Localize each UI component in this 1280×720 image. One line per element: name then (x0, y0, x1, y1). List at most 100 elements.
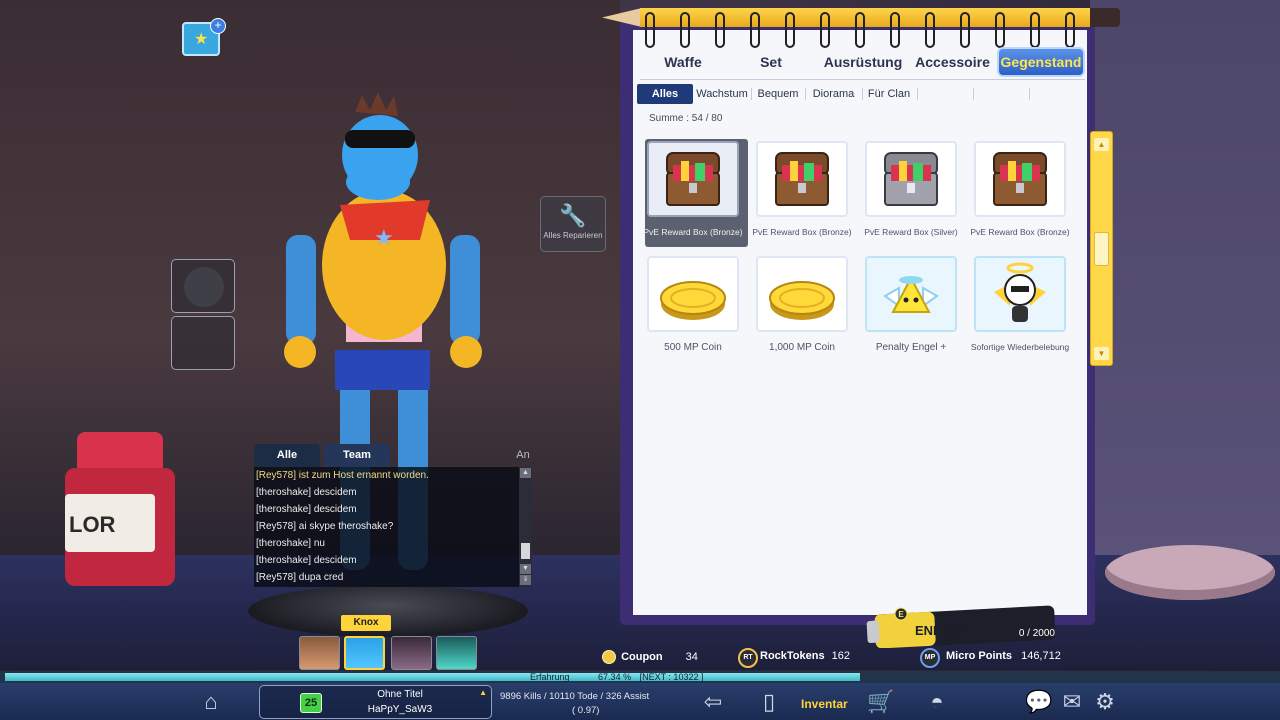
chat-tab-all[interactable]: Alle (254, 444, 320, 467)
item-name: PvE Reward Box (Bronze) (970, 227, 1070, 237)
notebook-rings (640, 12, 1085, 50)
scroll-up-icon[interactable]: ▲ (1094, 138, 1109, 151)
treasure-chest-icon (775, 152, 829, 206)
item-name: PvE Reward Box (Bronze) (752, 227, 852, 237)
chat-message: [Rey578] ist zum Host ernannt worden. (256, 470, 429, 481)
experience-percent: 67.34 % (598, 672, 632, 682)
inventory-item[interactable]: Penalty Engel + (863, 256, 959, 376)
repair-all-label: Alles Reparieren (543, 231, 603, 240)
chat-scroll-down-icon[interactable]: ▼ (520, 564, 531, 574)
player-stats: 9896 Kills / 10110 Tode / 326 Assist ( 0… (500, 690, 649, 718)
back-arrow-icon[interactable]: ⇦ (696, 688, 730, 716)
clipboard-icon[interactable]: ▯ (754, 688, 784, 716)
chat-message: [theroshake] descidem (256, 487, 357, 498)
player-profile[interactable]: 25 Ohne Titel HaPpY_SaW3 ▲ (259, 685, 492, 719)
inventory-item[interactable]: PvE Reward Box (Bronze) (970, 141, 1070, 261)
favorite-star-icon[interactable]: ★ + (182, 18, 226, 56)
summe-label: Summe : (649, 113, 690, 124)
chat-tab-more[interactable]: An (512, 444, 534, 467)
chat-scroll-bottom-icon[interactable]: ⇓ (520, 575, 531, 585)
svg-text:★: ★ (374, 225, 394, 250)
subtab-bequem[interactable]: Bequem (753, 84, 803, 104)
title-dropdown-icon[interactable]: ▲ (479, 688, 487, 697)
chat-scroll-thumb[interactable] (521, 543, 530, 559)
tab-gegenstand[interactable]: Gegenstand (997, 47, 1085, 77)
character-portrait-4[interactable] (436, 636, 477, 670)
equipment-slot-1[interactable] (171, 259, 235, 313)
coupon-icon (602, 650, 616, 664)
inventory-item[interactable]: PvE Reward Box (Bronze) (752, 141, 852, 261)
inventory-item[interactable]: PvE Reward Box (Silver) (863, 141, 959, 261)
player-name: HaPpY_SaW3 (367, 704, 433, 715)
mp-coin-icon (660, 281, 726, 320)
chat-message: [theroshake] descidem (256, 504, 357, 515)
player-title: Ohne Titel (377, 689, 423, 700)
scroll-down-icon[interactable]: ▼ (1094, 347, 1109, 360)
equipment-slot-2[interactable] (171, 316, 235, 370)
gear-icon[interactable]: ⚙ (1090, 688, 1120, 716)
tab-accessoire[interactable]: Accessoire (910, 47, 995, 77)
inventory-item[interactable]: 500 MP Coin (645, 256, 741, 376)
experience-fill (5, 673, 861, 681)
chat-message: [theroshake] descidem (256, 555, 357, 566)
helmet-icon[interactable]: ◓ (922, 688, 952, 716)
micropoints-value: 146,712 (1021, 650, 1061, 662)
level-badge: 25 (300, 693, 322, 713)
treasure-chest-icon (993, 152, 1047, 206)
character-portrait-1[interactable] (299, 636, 340, 670)
energy-battery: E ENERGY 0 / 2000 (866, 605, 1056, 648)
chat-message: [Rey578] dupa cred (256, 572, 344, 583)
revive-angel-icon (994, 262, 1046, 322)
item-name: PvE Reward Box (Bronze) (643, 227, 743, 237)
subtab-alles[interactable]: Alles (637, 84, 693, 104)
chat-message: [theroshake] nu (256, 538, 325, 549)
item-name: PvE Reward Box (Silver) (864, 227, 958, 237)
home-icon[interactable]: ⌂ (196, 688, 226, 716)
tab-ausruestung[interactable]: Ausrüstung (820, 47, 906, 77)
chat-scroll-up-icon[interactable]: ▲ (520, 468, 531, 478)
rocktokens-value: 162 (831, 650, 851, 662)
inventory-main-tabs: Waffe Set Ausrüstung Accessoire Gegensta… (640, 47, 1085, 77)
rocktoken-icon: RT (738, 648, 758, 668)
experience-text: Erfahrung 67.34 % [NEXT : 10322 ] (530, 671, 703, 683)
experience-label: Erfahrung (530, 672, 570, 682)
tab-waffe[interactable]: Waffe (640, 47, 726, 77)
micropoints-display: MP Micro Points 146,712 (920, 648, 1061, 668)
repair-all-button[interactable]: 🔧 Alles Reparieren (540, 196, 606, 252)
chat-tab-bar: Alle Team An (254, 444, 534, 467)
summe-value: 54 / 80 (691, 113, 723, 124)
character-portrait-3[interactable] (391, 636, 432, 670)
item-name: Sofortige Wiederbelebung (970, 342, 1070, 352)
rocktokens-label: RockTokens (760, 650, 825, 662)
subtab-diorama[interactable]: Diorama (807, 84, 860, 104)
kd-ratio: ( 0.97) (572, 705, 600, 716)
inventory-scroll-thumb[interactable] (1094, 232, 1109, 266)
item-name: 500 MP Coin (664, 342, 722, 353)
inventory-scrollbar[interactable]: ▲ ▼ (1090, 131, 1113, 366)
experience-next: [NEXT : 10322 ] (639, 672, 704, 682)
inventory-item[interactable]: 1,000 MP Coin (754, 256, 850, 376)
chat-tab-team[interactable]: Team (324, 444, 390, 467)
tab-set[interactable]: Set (730, 47, 812, 77)
inventory-item[interactable]: Sofortige Wiederbelebung (971, 256, 1069, 376)
character-portrait-knox[interactable] (344, 636, 385, 670)
item-count: Summe : 54 / 80 (649, 113, 722, 124)
subtab-fuer-clan[interactable]: Für Clan (864, 84, 914, 104)
energy-value: 0 / 2000 (1019, 628, 1056, 639)
subtab-wachstum[interactable]: Wachstum (695, 84, 749, 104)
energy-badge: E (898, 610, 904, 619)
background-wall-right (1090, 0, 1280, 560)
energy-label: ENERGY (915, 623, 970, 638)
micropoints-icon: MP (920, 648, 940, 668)
chat-bubble-icon[interactable]: 💬 (1024, 688, 1054, 716)
chat-scrollbar[interactable]: ▲ ▼ ⇓ (519, 467, 532, 587)
inventory-item[interactable]: PvE Reward Box (Bronze) (643, 139, 748, 261)
kills-deaths-assists: 9896 Kills / 10110 Tode / 326 Assist (500, 691, 650, 702)
shopping-cart-icon[interactable]: 🛒 (866, 688, 896, 716)
inventory-sub-tabs: Alles Wachstum Bequem Diorama Für Clan (637, 84, 1087, 104)
rocktokens-display: RT RockTokens 162 (738, 648, 851, 668)
mail-icon[interactable]: ✉ (1057, 688, 1087, 716)
item-name: 1,000 MP Coin (769, 342, 835, 353)
inventar-button[interactable]: Inventar (801, 697, 848, 711)
item-name: Penalty Engel + (875, 342, 947, 353)
